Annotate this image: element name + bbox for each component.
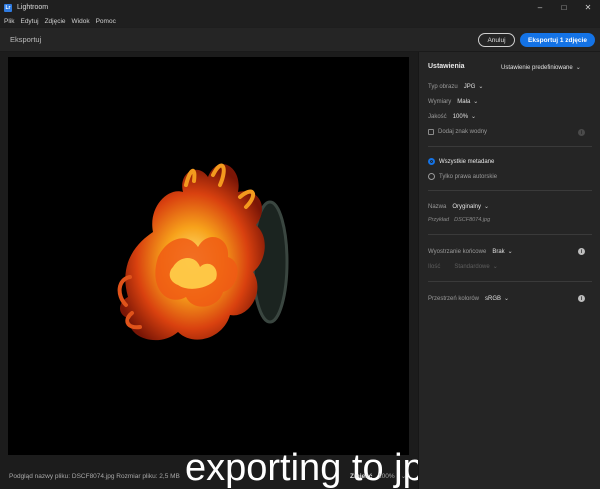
export-header: Eksportuj Anuluj Eksportuj 1 zdjęcie (0, 28, 600, 52)
chevron-down-icon: ⌄ (492, 264, 498, 270)
divider (428, 234, 592, 235)
export-title: Eksportuj (10, 35, 42, 44)
divider (428, 190, 592, 191)
example-label: Przykład (428, 217, 450, 223)
window-controls: – □ ✕ (528, 0, 600, 15)
watermark-checkbox[interactable] (428, 129, 434, 135)
minimize-icon[interactable]: – (528, 0, 552, 15)
chevron-down-icon[interactable]: ⌄ (401, 473, 406, 480)
sharpen-info-icon[interactable]: i (578, 248, 585, 255)
quality-label: Jakość (428, 113, 447, 120)
close-icon[interactable]: ✕ (576, 0, 600, 15)
settings-heading: Ustawienia (428, 63, 465, 70)
preset-select[interactable]: Ustawienie predefiniowane ⌄ (501, 64, 581, 72)
metadata-all-row: Wszystkie metadane (428, 158, 494, 165)
menu-view[interactable]: Widok (72, 18, 90, 25)
menu-file[interactable]: Plik (4, 18, 14, 25)
maximize-icon[interactable]: □ (552, 0, 576, 15)
example-value: DSCF8074.jpg (454, 217, 491, 223)
dimensions-label: Wymiary (428, 98, 452, 105)
chevron-down-icon[interactable]: ⌄ (504, 295, 509, 302)
name-row: Nazwa Oryginalny ⌄ (428, 203, 489, 211)
name-select[interactable]: Oryginalny (452, 204, 481, 210)
colorspace-label: Przestrzeń kolorów (428, 295, 480, 302)
chevron-down-icon[interactable]: ⌄ (508, 248, 513, 255)
chevron-down-icon[interactable]: ⌄ (471, 113, 476, 120)
menu-edit[interactable]: Edytuj (20, 18, 38, 25)
quality-select[interactable]: 100% (453, 114, 468, 120)
image-type-row: Typ obrazu JPG ⌄ (428, 83, 483, 91)
watermark-info-icon[interactable]: i (578, 129, 585, 136)
metadata-copyright-radio[interactable] (428, 173, 435, 180)
dimensions-select[interactable]: Mała (457, 99, 470, 105)
settings-heading-row: Ustawienia (428, 63, 465, 70)
export-button[interactable]: Eksportuj 1 zdjęcie (520, 33, 595, 47)
menu-photo[interactable]: Zdjęcie (45, 18, 66, 25)
title-bar: Lr Lightroom – □ ✕ (0, 0, 600, 15)
amount-label: Ilość (428, 263, 441, 270)
example-row: Przykład DSCF8074.jpg (428, 217, 490, 223)
cancel-button[interactable]: Anuluj (478, 33, 515, 47)
chevron-down-icon[interactable]: ⌄ (484, 203, 489, 210)
amount-select: Standardowe (454, 263, 490, 270)
metadata-all-label: Wszystkie metadane (439, 158, 495, 165)
metadata-all-radio[interactable] (428, 158, 435, 165)
image-type-select[interactable]: JPG (464, 84, 476, 90)
watermark-label: Dodaj znak wodny (438, 129, 488, 135)
settings-panel: Ustawienia Ustawienie predefiniowane ⌄ T… (418, 52, 600, 489)
divider (428, 281, 592, 282)
metadata-copyright-label: Tylko prawa autorskie (439, 173, 498, 180)
colorspace-info-icon[interactable]: i (578, 295, 585, 302)
quality-row: Jakość 100% ⌄ (428, 113, 476, 121)
preview-area: exporting to jpg Podgląd nazwy pliku: DS… (0, 52, 445, 489)
chevron-down-icon[interactable]: ⌄ (473, 98, 478, 105)
colorspace-select[interactable]: sRGB (485, 296, 501, 302)
chevron-down-icon[interactable]: ⌄ (478, 83, 483, 90)
colorspace-row: Przestrzeń kolorów sRGB ⌄ (428, 295, 509, 303)
menu-help[interactable]: Pomoc (96, 18, 116, 25)
name-label: Nazwa (428, 203, 447, 210)
metadata-copyright-row: Tylko prawa autorskie (428, 173, 497, 180)
amount-row: Ilość Standardowe ⌄ (428, 263, 498, 271)
chevron-down-icon: ⌄ (575, 65, 581, 71)
watermark-row: Dodaj znak wodny (428, 129, 487, 135)
menu-bar: Plik Edytuj Zdjęcie Widok Pomoc (0, 15, 600, 27)
window-title: Lightroom (17, 4, 49, 11)
sharpen-row: Wyostrzanie końcowe Brak ⌄ (428, 248, 513, 256)
sharpen-select[interactable]: Brak (492, 249, 504, 255)
fit-button[interactable]: Zmieść (350, 473, 372, 480)
zoom-select[interactable]: 100% (378, 473, 395, 480)
photo-preview (8, 57, 409, 455)
preview-footer: Podgląd nazwy pliku: DSCF8074.jpg Rozmia… (0, 463, 418, 489)
dimensions-row: Wymiary Mała ⌄ (428, 98, 478, 106)
image-type-label: Typ obrazu (428, 83, 458, 90)
file-info: Podgląd nazwy pliku: DSCF8074.jpg Rozmia… (9, 472, 180, 480)
divider (428, 146, 592, 147)
sharpen-label: Wyostrzanie końcowe (428, 248, 487, 255)
preset-label: Ustawienie predefiniowane (501, 64, 573, 71)
lightroom-logo-icon: Lr (4, 3, 12, 12)
fire-sculpture-image (117, 163, 289, 341)
